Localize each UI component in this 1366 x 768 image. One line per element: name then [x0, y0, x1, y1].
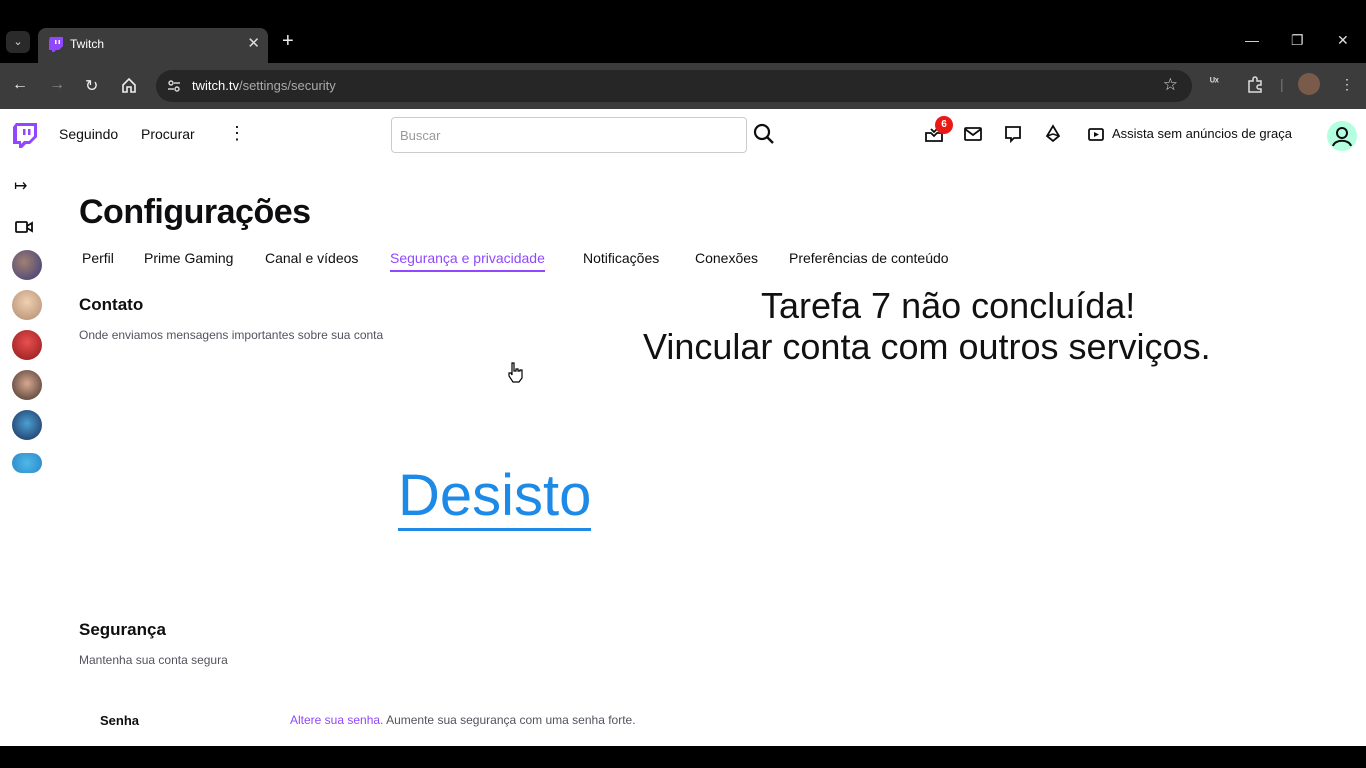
- bits-icon[interactable]: [1043, 124, 1063, 144]
- prime-ad-free-link[interactable]: Assista sem anúncios de graça: [1112, 126, 1292, 141]
- profile-avatar[interactable]: [1298, 73, 1320, 95]
- screen: ⌄ Twitch ✕ + — ❐ ✕ ← → ↻ twitch.tv/setti…: [0, 0, 1366, 768]
- more-options-icon[interactable]: ⋮: [228, 123, 246, 144]
- tab-prime-gaming[interactable]: Prime Gaming: [144, 250, 233, 266]
- minimize-icon[interactable]: —: [1245, 32, 1259, 48]
- security-heading: Segurança: [79, 620, 166, 639]
- nav-browse-link[interactable]: Procurar: [141, 126, 195, 142]
- password-label: Senha: [100, 713, 140, 728]
- back-icon[interactable]: ←: [12, 76, 28, 94]
- twitch-page: Seguindo Procurar ⋮ Buscar 6 Assista sem…: [0, 109, 1366, 746]
- twitch-top-nav: Seguindo Procurar ⋮ Buscar 6 Assista sem…: [0, 109, 1366, 159]
- search-placeholder: Buscar: [400, 128, 441, 143]
- tab-title: Twitch: [70, 37, 105, 51]
- hand-cursor-icon: [508, 362, 523, 383]
- close-window-icon[interactable]: ✕: [1337, 32, 1349, 49]
- bookmark-star-icon[interactable]: ☆: [1163, 75, 1178, 95]
- followed-channels-camera-icon: [15, 221, 33, 233]
- contact-heading: Contato: [79, 295, 144, 314]
- channel-avatar-5[interactable]: [12, 410, 42, 440]
- bottom-black-bar: [0, 746, 1366, 768]
- overlay-task-description: Vincular conta com outros serviços.: [643, 326, 1211, 367]
- site-settings-icon[interactable]: [166, 78, 182, 94]
- tab-channel-videos[interactable]: Canal e vídeos: [265, 250, 358, 266]
- security-subtext: Mantenha sua conta segura: [79, 653, 228, 667]
- new-tab-button[interactable]: +: [282, 30, 294, 53]
- twitch-logo-icon[interactable]: [12, 122, 38, 148]
- notification-badge: 6: [935, 116, 953, 134]
- overlay-task-status: Tarefa 7 não concluída!: [761, 285, 1136, 326]
- channel-avatar-4[interactable]: [12, 370, 42, 400]
- password-hint: Aumente sua segurança com uma senha fort…: [383, 713, 636, 727]
- settings-content: Configurações Perfil Prime Gaming Canal …: [79, 159, 1339, 746]
- tab-search-button[interactable]: ⌄: [6, 31, 30, 53]
- browser-menu-icon[interactable]: ⋮: [1340, 76, 1354, 93]
- reload-icon[interactable]: ↻: [85, 76, 98, 96]
- page-title: Configurações: [79, 193, 311, 231]
- left-sidebar: ↦: [0, 159, 54, 746]
- inbox-icon[interactable]: [963, 124, 983, 144]
- extensions-puzzle-icon[interactable]: [1246, 76, 1264, 94]
- channel-avatar-1[interactable]: [12, 250, 42, 280]
- search-icon[interactable]: [753, 123, 775, 145]
- password-row-text: Altere sua senha. Aumente sua segurança …: [290, 713, 636, 727]
- tab-notifications[interactable]: Notificações: [583, 250, 659, 266]
- forward-icon[interactable]: →: [49, 76, 65, 94]
- url-text: twitch.tv/settings/security: [192, 78, 336, 93]
- extension-ux-icon[interactable]: ᵁˣ: [1210, 76, 1219, 88]
- contact-subtext: Onde enviamos mensagens importantes sobr…: [79, 328, 384, 342]
- change-password-link[interactable]: Altere sua senha.: [290, 713, 383, 727]
- channel-avatar-6[interactable]: [12, 453, 42, 473]
- whispers-icon[interactable]: [1003, 124, 1023, 144]
- browser-tabstrip: ⌄ Twitch ✕ + — ❐ ✕: [0, 22, 1366, 63]
- browser-toolbar: ← → ↻ twitch.tv/settings/security ☆ ᵁˣ |…: [0, 63, 1366, 109]
- twitch-favicon-icon: [49, 37, 63, 52]
- top-black-bar: [0, 0, 1366, 22]
- overlay-give-up-text: Desisto: [398, 464, 592, 531]
- user-silhouette-icon: [1332, 127, 1352, 147]
- channel-avatar-2[interactable]: [12, 290, 42, 320]
- toolbar-divider: |: [1280, 76, 1284, 92]
- home-icon[interactable]: [121, 77, 137, 93]
- user-avatar[interactable]: [1327, 121, 1357, 151]
- prime-crown-icon: [1088, 128, 1104, 141]
- nav-following-link[interactable]: Seguindo: [59, 126, 118, 142]
- search-input[interactable]: Buscar: [391, 117, 747, 153]
- tab-profile[interactable]: Perfil: [82, 250, 114, 266]
- restore-icon[interactable]: ❐: [1291, 32, 1304, 49]
- browser-tab-twitch[interactable]: Twitch ✕: [38, 28, 268, 63]
- expand-sidebar-icon[interactable]: ↦: [14, 176, 34, 196]
- tab-content-preferences[interactable]: Preferências de conteúdo: [789, 250, 949, 266]
- tab-connections[interactable]: Conexões: [695, 250, 758, 266]
- channel-avatar-3[interactable]: [12, 330, 42, 360]
- address-bar[interactable]: twitch.tv/settings/security ☆: [156, 70, 1192, 102]
- tab-security-privacy[interactable]: Segurança e privacidade: [390, 250, 545, 272]
- tab-close-icon[interactable]: ✕: [247, 34, 260, 52]
